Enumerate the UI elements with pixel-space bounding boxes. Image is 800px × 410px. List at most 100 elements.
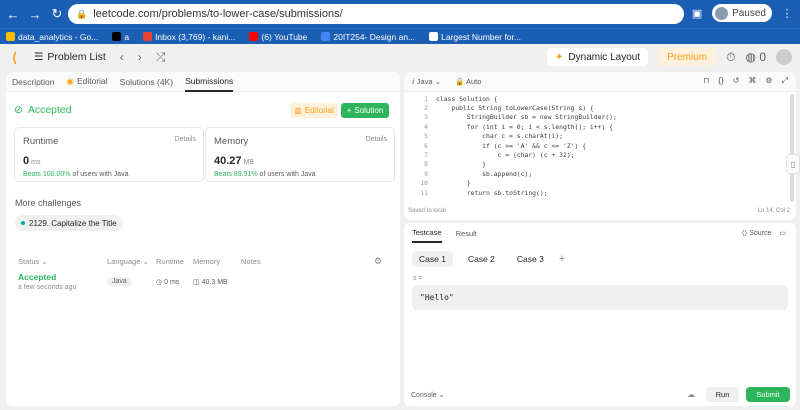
runtime-value: 0 ms (23, 155, 41, 167)
submit-button[interactable]: Submit (746, 387, 790, 402)
bookmark-item[interactable]: Largest Number for... (429, 32, 521, 42)
reload-icon[interactable]: ↻ (48, 5, 66, 23)
avatar (715, 6, 729, 20)
problem-list-button[interactable]: ☰ Problem List (34, 51, 106, 63)
runtime-beats: Beats 100.00% of users with Java (23, 171, 129, 178)
prev-problem-icon[interactable]: ‹ (120, 50, 124, 64)
bookmark-item[interactable]: Inbox (3,769) - kani... (143, 32, 235, 42)
memory-details-link[interactable]: Details (366, 136, 387, 143)
user-avatar[interactable] (776, 49, 792, 65)
cloud-icon[interactable]: ☁ (687, 390, 695, 399)
code-line: 1 class Solution { (424, 94, 498, 103)
table-row[interactable]: Accepted a few seconds ago Java ◷ 0 ms ◫ 4… (6, 270, 400, 296)
sparkle-icon: ✦ (555, 51, 564, 63)
bookmark-icon[interactable]: ⊓ (703, 76, 709, 86)
leetcode-logo-icon[interactable]: ⟨ (12, 50, 24, 65)
back-icon[interactable]: ← (4, 5, 22, 23)
list-icon: ☰ (34, 51, 44, 63)
browser-toolbar: ← → ↻ ⌂ 🔒 leetcode.com/problems/to-lower… (0, 0, 800, 28)
share-icon[interactable]: ⇪ (646, 7, 660, 20)
shuffle-icon[interactable]: ⤮ (156, 50, 166, 65)
bookmark-item[interactable]: 20IT254- Design an... (321, 32, 415, 42)
editor-scrollbar[interactable] (790, 94, 794, 202)
check-circle-icon: ⊘ (14, 104, 23, 116)
code-line: 2 public String toLowerCase(String s) { (424, 104, 594, 113)
plus-icon: + (346, 106, 352, 115)
star-icon[interactable]: ☆ (668, 7, 682, 20)
shortcut-icon[interactable]: ⌘ (748, 76, 756, 86)
case-tab[interactable]: Case 1 (412, 251, 453, 267)
code-line: 11 return sb.toString(); (420, 188, 548, 197)
row-memory: ◫ 40.3 MB (193, 278, 228, 287)
tab-description[interactable]: Description (12, 77, 55, 87)
tab-editorial[interactable]: ◉ Editorial (67, 76, 108, 87)
coin-icon[interactable]: ◍ 0 (746, 50, 767, 64)
bookmark-item[interactable]: data_analytics - Go... (6, 32, 98, 42)
challenge-link[interactable]: 2129. Capitalize the Title (15, 215, 123, 231)
language-select[interactable]: ⅈ Java ⌄ (412, 77, 441, 86)
case-tab[interactable]: Case 3 (510, 251, 551, 267)
runtime-details-link[interactable]: Details (175, 136, 196, 143)
timer-icon[interactable]: ⏱ (726, 50, 735, 65)
code-line: 4 for (int i = 0; i < s.length(); i++) { (424, 122, 613, 131)
settings-icon[interactable]: ⚙ (765, 76, 772, 86)
row-runtime: ◷ 0 ms (156, 278, 180, 287)
auto-mode-toggle[interactable]: 🔒 Auto (455, 77, 481, 86)
premium-button[interactable]: Premium (658, 48, 717, 66)
minimize-icon[interactable]: ▭ (779, 229, 786, 237)
cursor-position: Ln 14, Col 2 (757, 208, 790, 214)
code-area[interactable]: 1 class Solution { 2 public String toLowe… (404, 94, 796, 206)
settings-gear-icon[interactable]: ⚙ (374, 256, 382, 267)
runtime-card[interactable]: Runtime Details 0 ms Beats 100.00% of use… (14, 127, 204, 182)
saved-status: Saved to local (408, 208, 446, 214)
editorial-button[interactable]: ▥ Editorial (290, 103, 338, 118)
language-column-header[interactable]: Language ⌄ (107, 257, 149, 266)
bookmark-item[interactable]: (6) YouTube (249, 32, 307, 42)
lock-icon: ◉ (66, 76, 74, 86)
sidepanel-icon[interactable]: ▣ (690, 7, 704, 20)
menu-icon[interactable]: ⋮ (780, 7, 794, 20)
tab-solutions[interactable]: Solutions (4K) (120, 77, 173, 87)
runtime-title: Runtime (23, 136, 59, 147)
status-column-header[interactable]: Status ⌄ (18, 257, 48, 266)
case-tabs: Case 1 Case 2 Case 3 + (412, 251, 565, 267)
reset-icon[interactable]: ↺ (733, 76, 740, 86)
profile-button[interactable]: Paused (712, 4, 772, 22)
chip-icon: ◫ (193, 279, 200, 286)
testcase-panel: Testcase Result ⟨⟩ Source ▭ Case 1 Case … (404, 223, 796, 406)
runtime-column-header: Runtime (156, 256, 184, 266)
testcase-tabs: Testcase Result (404, 223, 796, 243)
next-problem-icon[interactable]: › (138, 50, 142, 64)
row-language: Java (107, 277, 132, 286)
bookmark-icon (6, 32, 15, 41)
run-button[interactable]: Run (706, 387, 739, 402)
tab-submissions[interactable]: Submissions (185, 72, 234, 92)
expand-icon[interactable]: ⤢ (782, 76, 788, 86)
tab-result[interactable]: Result (456, 229, 477, 238)
note-icon[interactable]: ▯ (786, 154, 800, 174)
solution-button[interactable]: + Solution (341, 103, 389, 118)
leetcode-topbar: ⟨ ☰ Problem List ‹ › ⤮ ✦ Dynamic Layout … (0, 44, 800, 70)
memory-card[interactable]: Memory Details 40.27 MB Beats 89.91% of u… (205, 127, 395, 182)
testcase-input[interactable]: "Hello" (412, 285, 788, 310)
submission-panel: Description ◉ Editorial Solutions (4K) Su… (6, 72, 400, 406)
braces-icon[interactable]: {} (718, 76, 723, 86)
console-toggle[interactable]: Console ⌄ (411, 391, 445, 399)
bookmark-icon (429, 32, 439, 41)
testcase-header-actions: ⟨⟩ Source ▭ (742, 229, 786, 237)
bookmark-icon (112, 32, 122, 41)
case-tab[interactable]: Case 2 (461, 251, 502, 267)
bookmark-item[interactable]: a (112, 32, 129, 42)
add-case-icon[interactable]: + (559, 253, 565, 265)
youtube-icon (249, 32, 259, 41)
dynamic-layout-button[interactable]: ✦ Dynamic Layout (547, 48, 649, 66)
forward-icon[interactable]: → (26, 5, 44, 23)
code-line: 3 StringBuilder sb = new StringBuilder()… (424, 113, 617, 122)
source-button[interactable]: ⟨⟩ Source (742, 229, 772, 237)
bookmark-icon (321, 32, 331, 41)
url-bar[interactable]: 🔒 leetcode.com/problems/to-lower-case/su… (68, 4, 684, 24)
tab-testcase[interactable]: Testcase (412, 223, 442, 243)
memory-beats: Beats 89.91% of users with Java (214, 171, 316, 178)
url-text: leetcode.com/problems/to-lower-case/subm… (93, 8, 343, 20)
memory-column-header: Memory (193, 256, 221, 266)
